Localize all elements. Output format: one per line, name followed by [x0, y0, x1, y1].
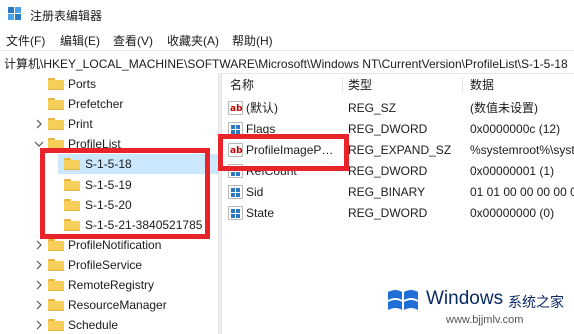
tree-item-label: ProfileService: [68, 258, 143, 272]
menu-bar: 文件(F) 编辑(E) 查看(V) 收藏夹(A) 帮助(H): [0, 28, 574, 50]
tree-item-prefetcher[interactable]: Prefetcher: [0, 94, 218, 114]
chevron-right-icon[interactable]: [34, 114, 44, 134]
folder-icon: [48, 118, 64, 130]
tree-item-remoteregistry[interactable]: RemoteRegistry: [0, 275, 218, 295]
tree-item-schedule[interactable]: Schedule: [0, 315, 218, 334]
value-data: 01 01 00 00 00 00 00 05 12 00 00 00: [470, 185, 574, 199]
chevron-right-icon[interactable]: [34, 255, 44, 275]
value-data: %systemroot%\system32\config\systemprofi…: [470, 143, 574, 157]
folder-icon: [48, 279, 64, 291]
chevron-right-icon[interactable]: [34, 295, 44, 315]
value-data: 0x00000000 (0): [470, 206, 555, 220]
tree-item-print[interactable]: Print: [0, 114, 218, 134]
value-type: REG_BINARY: [348, 185, 426, 199]
tree-item-label: Print: [68, 117, 93, 131]
folder-icon: [48, 78, 64, 90]
column-header-name[interactable]: 名称: [230, 73, 254, 97]
watermark-url: www.bjjmlv.com: [446, 314, 524, 326]
value-type: REG_DWORD: [348, 206, 428, 220]
value-data: 0x00000001 (1): [470, 164, 555, 178]
value-type: REG_SZ: [348, 101, 397, 115]
menu-file[interactable]: 文件(F): [6, 32, 45, 49]
value-type: REG_DWORD: [348, 164, 428, 178]
value-name: (默认): [246, 101, 278, 115]
value-type: REG_DWORD: [348, 122, 428, 136]
value-row[interactable]: State REG_DWORD 0x00000000 (0): [222, 203, 574, 224]
folder-icon: [48, 259, 64, 271]
tree-item-label: Prefetcher: [68, 97, 124, 111]
column-divider[interactable]: [342, 77, 343, 93]
menu-favorites[interactable]: 收藏夹(A): [167, 32, 219, 49]
watermark-subtitle: 系统之家: [508, 294, 564, 310]
watermark: Windows 系统之家 www.bjjmlv.com: [386, 282, 574, 334]
folder-icon: [48, 239, 64, 251]
tree-item-label: RemoteRegistry: [68, 278, 155, 292]
folder-icon: [48, 98, 64, 110]
windows-logo-icon: [388, 290, 418, 310]
value-data: 0x0000000c (12): [470, 122, 561, 136]
chevron-right-icon[interactable]: [34, 315, 44, 334]
folder-icon: [48, 299, 64, 311]
highlight-box-subkeys: [40, 148, 210, 239]
window-title: 注册表编辑器: [30, 9, 103, 23]
binary-value-icon: [228, 206, 243, 220]
string-value-icon: ab: [228, 101, 243, 115]
title-bar: 注册表编辑器: [0, 0, 574, 28]
value-data: (数值未设置): [470, 101, 538, 115]
tree-item-resourcemanager[interactable]: ResourceManager: [0, 295, 218, 315]
tree-item-profileservice[interactable]: ProfileService: [0, 255, 218, 275]
tree-item-label: ResourceManager: [68, 298, 167, 312]
value-type: REG_EXPAND_SZ: [348, 143, 452, 157]
tree-item-label: Ports: [68, 77, 97, 91]
chevron-right-icon[interactable]: [34, 275, 44, 295]
binary-value-icon: [228, 185, 243, 199]
watermark-brand: Windows: [426, 288, 504, 309]
value-row[interactable]: Sid REG_BINARY 01 01 00 00 00 00 00 05 1…: [222, 182, 574, 203]
value-name: State: [246, 206, 275, 220]
address-bar[interactable]: 计算机\HKEY_LOCAL_MACHINE\SOFTWARE\Microsof…: [0, 50, 574, 74]
menu-view[interactable]: 查看(V): [113, 32, 153, 49]
highlight-box-profileimagepath: [218, 134, 349, 171]
column-divider[interactable]: [462, 77, 463, 93]
value-name: Sid: [246, 185, 264, 199]
folder-icon: [48, 319, 64, 331]
menu-edit[interactable]: 编辑(E): [60, 32, 100, 49]
address-path[interactable]: 计算机\HKEY_LOCAL_MACHINE\SOFTWARE\Microsof…: [4, 55, 568, 72]
column-header-data[interactable]: 数据: [470, 73, 494, 97]
tree-item-ports[interactable]: Ports: [0, 74, 218, 94]
value-row[interactable]: ab (默认) REG_SZ (数值未设置): [222, 98, 574, 119]
registry-editor-icon: [8, 7, 21, 20]
tree-item-label: Schedule: [68, 318, 119, 332]
menu-help[interactable]: 帮助(H): [232, 32, 273, 49]
column-header-type[interactable]: 类型: [348, 73, 372, 97]
